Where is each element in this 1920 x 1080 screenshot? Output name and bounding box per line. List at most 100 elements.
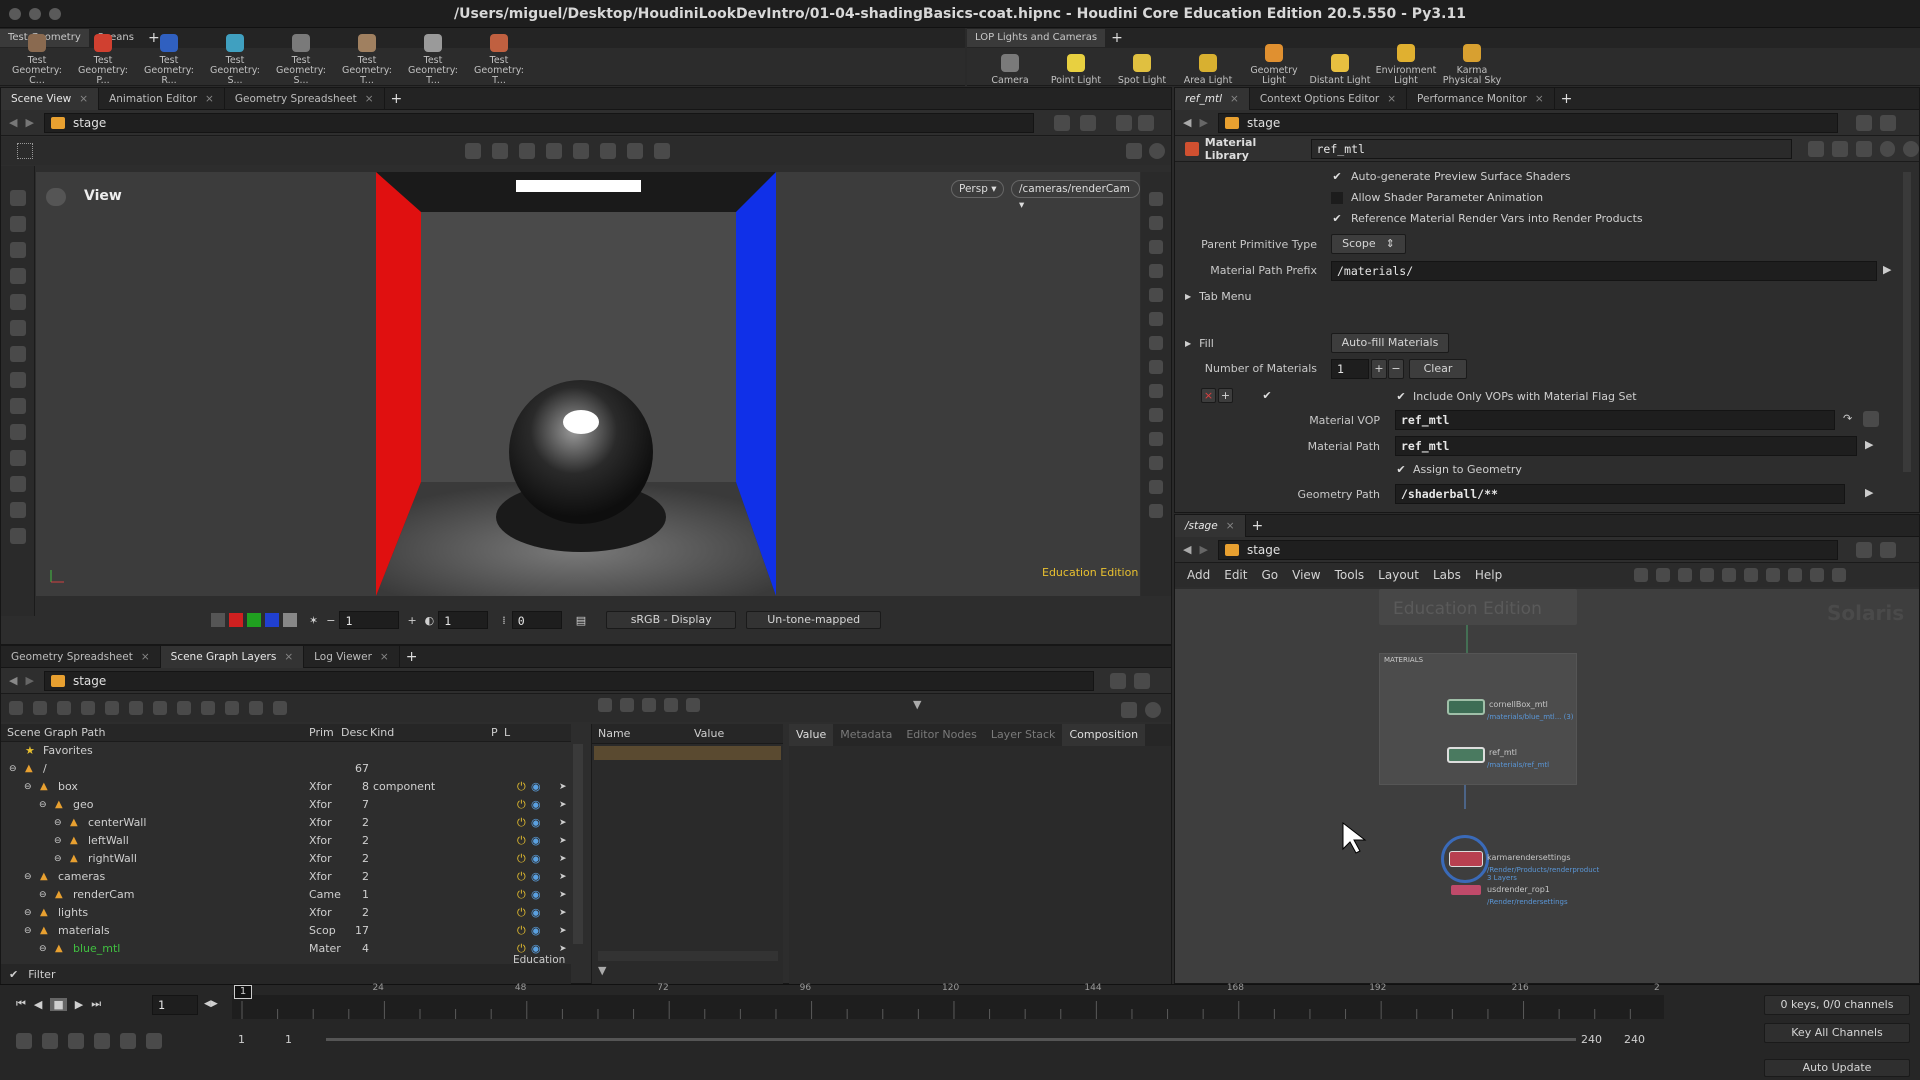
network-tool-icon-0[interactable] (1634, 568, 1649, 582)
instance-enable-checkbox[interactable]: ✔ (1261, 390, 1273, 402)
scene-graph-row[interactable]: ⊖ ▲ box Xfor 8 component ⏻ ◉ ➤ (1, 778, 571, 796)
selectable-icon[interactable]: ➤ (559, 796, 567, 814)
add-instance-button[interactable]: + (1218, 388, 1233, 403)
tab-log-viewer[interactable]: Log Viewer × (304, 645, 400, 668)
display-option-icon-1[interactable] (1149, 216, 1163, 230)
scene-graph-row[interactable]: ⊖ ▲ renderCam Came 1 ⏻ ◉ ➤ (1, 886, 571, 904)
start-frame-a[interactable]: 1 (238, 1033, 245, 1046)
col-prim[interactable]: Prim (309, 724, 334, 742)
shelf-tab-lop-lights[interactable]: LOP Lights and Cameras (967, 29, 1106, 47)
display-option-icon-2[interactable] (1149, 240, 1163, 254)
minimize-window-button[interactable] (29, 8, 41, 20)
right-tool-0[interactable]: Camera (977, 54, 1043, 86)
link-icon[interactable] (1879, 114, 1896, 131)
include-vops-check[interactable]: ✔ Include Only VOPs with Material Flag Se… (1395, 390, 1636, 403)
selectable-icon[interactable]: ➤ (559, 778, 567, 796)
viewport-tool-icon-9[interactable] (9, 424, 26, 440)
tab-context-options[interactable]: Context Options Editor × (1250, 87, 1408, 110)
scene-graph-tool-icon-7[interactable] (177, 701, 191, 715)
scene-graph-row[interactable]: ⊖ ▲ rightWall Xfor 2 ⏻ ◉ ➤ (1, 850, 571, 868)
rgb-icon[interactable] (211, 613, 225, 627)
add-tab-icon[interactable]: + (400, 649, 424, 665)
right-tool-4[interactable]: Geometry Light (1241, 44, 1307, 86)
back-arrow-icon[interactable]: ◀ (1183, 543, 1191, 556)
detail-tab-metadata[interactable]: Metadata (833, 724, 899, 746)
tab-animation-editor[interactable]: Animation Editor × (99, 87, 225, 110)
activation-icon[interactable]: ⏻ (517, 814, 526, 832)
assign-geometry-check[interactable]: ✔ Assign to Geometry (1395, 463, 1522, 476)
plus-icon[interactable]: + (407, 614, 416, 627)
param-check-1[interactable]: ✔ Auto-generate Preview Surface Shaders (1331, 170, 1570, 183)
display-option-icon-13[interactable] (1149, 504, 1163, 518)
close-tab-icon[interactable]: × (1535, 93, 1544, 105)
attr-scrollbar[interactable] (598, 951, 778, 961)
display-option-icon-11[interactable] (1149, 456, 1163, 470)
scene-graph-row[interactable]: ⊖ ▲ / 67 (1, 760, 571, 778)
jump-arrow-icon[interactable]: ▶ (1865, 486, 1873, 499)
geometry-path-field[interactable]: /shaderball/** (1395, 484, 1845, 504)
timeline-ruler[interactable] (232, 995, 1664, 1019)
network-tool-icon-4[interactable] (1722, 568, 1737, 582)
param-check-2[interactable]: Allow Shader Parameter Animation (1331, 191, 1543, 204)
gear-icon[interactable] (1808, 140, 1825, 157)
step-icons[interactable]: ◀▶ (204, 999, 218, 1009)
visibility-icon[interactable]: ◉ (531, 832, 541, 850)
detail-tab-layer-stack[interactable]: Layer Stack (984, 724, 1063, 746)
blue-channel-icon[interactable] (265, 613, 279, 627)
step-icon[interactable] (120, 1033, 136, 1049)
scene-graph-path-field[interactable]: stage (43, 670, 1094, 691)
tab-performance-monitor[interactable]: Performance Monitor × (1407, 87, 1555, 110)
viewport-handle-icon-1[interactable] (492, 143, 508, 159)
first-frame-icon[interactable]: ⏮ (16, 997, 26, 1011)
network-tool-icon-2[interactable] (1678, 568, 1693, 582)
expand-icon[interactable]: ⊖ (9, 760, 17, 778)
stop-icon[interactable]: ■ (50, 997, 67, 1011)
zoom-window-button[interactable] (49, 8, 61, 20)
display-option-icon-4[interactable] (1149, 288, 1163, 302)
node-karmarendersettings[interactable] (1449, 851, 1483, 867)
checkbox-checked-icon[interactable]: ✔ (1395, 463, 1407, 476)
network-tool-icon-1[interactable] (1656, 568, 1671, 582)
reload-icon[interactable]: ↷ (1843, 412, 1852, 425)
viewport-tool-icon-6[interactable] (9, 346, 26, 362)
viewport-tool-icon-1[interactable] (9, 216, 26, 232)
frame-field[interactable]: 0 (511, 611, 562, 629)
visibility-icon[interactable]: ◉ (531, 904, 541, 922)
viewport-tool-icon-4[interactable] (9, 294, 26, 310)
expand-icon[interactable]: ⊖ (24, 868, 32, 886)
attr-col-name[interactable]: Name (598, 727, 694, 740)
left-tool-0[interactable]: Test Geometry: C... (4, 34, 70, 86)
viewport-handle-icon-5[interactable] (600, 143, 616, 159)
sync-icon[interactable] (94, 1033, 110, 1049)
add-tab-icon[interactable]: + (1246, 518, 1270, 534)
jump-arrow-icon[interactable]: ▶ (1883, 263, 1891, 276)
activation-icon[interactable]: ⏻ (517, 886, 526, 904)
scene-graph-tool-icon-11[interactable] (273, 701, 287, 715)
clear-button[interactable]: Clear (1409, 359, 1467, 379)
filter-icon[interactable]: ▼ (598, 964, 606, 977)
scene-graph-tool-icon-10[interactable] (249, 701, 263, 715)
tab-ref-mtl[interactable]: ref_mtl × (1175, 87, 1250, 110)
network-editor[interactable]: Education Edition Solaris MATERIALS corn… (1175, 589, 1919, 983)
last-frame-icon[interactable]: ⏭ (91, 997, 101, 1011)
audio-icon[interactable] (42, 1033, 58, 1049)
left-tool-6[interactable]: Test Geometry: T... (400, 34, 466, 86)
activation-icon[interactable]: ⏻ (517, 796, 526, 814)
left-tool-4[interactable]: Test Geometry: S... (268, 34, 334, 86)
activation-icon[interactable]: ⏻ (517, 922, 526, 940)
right-tool-6[interactable]: Environment Light (1373, 44, 1439, 86)
search-icon[interactable] (1855, 140, 1872, 157)
col-path[interactable]: Scene Graph Path (7, 724, 105, 742)
scene-graph-tool-icon-4[interactable] (105, 701, 119, 715)
scene-graph-tool-icon-1[interactable] (33, 701, 47, 715)
checkbox-checked-icon[interactable]: ✔ (1331, 212, 1343, 225)
detail-tab-value[interactable]: Value (789, 724, 834, 746)
display-option-icon-12[interactable] (1149, 480, 1163, 494)
viewport-tool-icon-11[interactable] (9, 476, 26, 492)
help-icon[interactable] (1145, 702, 1161, 718)
jump-arrow-icon[interactable]: ▶ (1865, 438, 1873, 451)
node-cornellbox-mtl[interactable] (1447, 699, 1485, 715)
attr-col-value[interactable]: Value (694, 727, 724, 740)
right-tool-3[interactable]: Area Light (1175, 54, 1241, 86)
selectable-icon[interactable]: ➤ (559, 922, 567, 940)
